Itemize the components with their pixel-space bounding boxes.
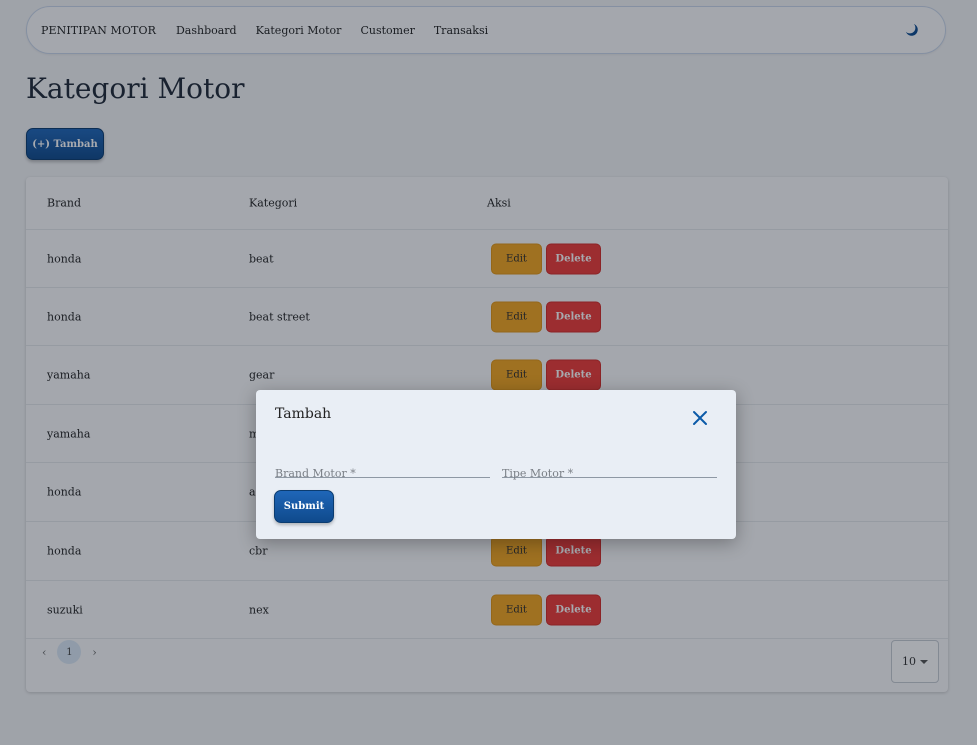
brand-motor-field (275, 462, 490, 480)
submit-button[interactable]: Submit (274, 490, 334, 523)
tambah-modal: Tambah Submit (256, 390, 736, 539)
tipe-motor-field (502, 462, 717, 480)
brand-motor-input[interactable] (275, 467, 490, 480)
modal-title: Tambah (275, 406, 332, 422)
close-icon[interactable] (692, 410, 708, 426)
tipe-motor-input[interactable] (502, 467, 717, 480)
modal-backdrop[interactable] (0, 0, 977, 745)
